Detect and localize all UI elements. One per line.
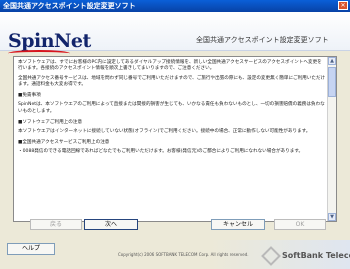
title-bar[interactable]: 全国共通アクセスポイント設定変更ソフト ✕ [0, 0, 350, 12]
license-heading: ■ソフトウェアご利用上の注意 [18, 119, 83, 125]
scrollbar-thumb[interactable] [328, 67, 336, 97]
vertical-scrollbar[interactable]: ▲ ▼ [327, 57, 336, 221]
scroll-up-icon[interactable]: ▲ [328, 57, 336, 65]
header-banner: SpinNet 全国共通アクセスポイント設定変更ソフト [0, 12, 350, 52]
brand-name: SoftBank Telecom [282, 251, 350, 260]
next-button[interactable]: 次へ [84, 219, 138, 230]
license-paragraph: 全国共通アクセス番号サービスは、地域を問わず同じ番号でご利用いただけますので、ご… [18, 76, 326, 88]
license-text-box[interactable]: 本ソフトウェアは、すでにお客様のPC内に設定してあるダイヤルアップ接続情報を、新… [13, 56, 337, 222]
license-paragraph: SpinNetは、本ソフトウエアのご利用によって直接または間接的損害が生じても、… [18, 102, 325, 114]
installer-window: 全国共通アクセスポイント設定変更ソフト ✕ SpinNet 全国共通アクセスポイ… [0, 0, 350, 269]
license-paragraph: 本ソフトウェアは、すでにお客様のPC内に設定してあるダイヤルアップ接続情報を、新… [18, 60, 322, 72]
license-paragraph: 本ソフトウエアはインターネットに接続していない状態(オフライン)でご利用ください… [18, 128, 311, 134]
softbank-mark-icon [261, 246, 281, 266]
header-title: 全国共通アクセスポイント設定変更ソフト [196, 36, 329, 44]
softbank-telecom-logo: SoftBank Telecom [261, 246, 350, 266]
close-icon[interactable]: ✕ [338, 1, 348, 10]
window-title: 全国共通アクセスポイント設定変更ソフト [3, 2, 136, 10]
copyright-text: Copyright(c) 2006 SOFTBANK TELECOM Corp.… [118, 252, 249, 257]
license-paragraph: ・0088発信のできる電話回線であればどなたでもご利用いただけます。お客様(発信… [18, 148, 304, 154]
spinnet-logo: SpinNet [8, 30, 91, 52]
license-text: 本ソフトウェアは、すでにお客様のPC内に設定してあるダイヤルアップ接続情報を、新… [18, 60, 326, 159]
ok-button[interactable]: OK [274, 219, 326, 230]
cancel-button[interactable]: キャンセル [211, 219, 265, 230]
back-button[interactable]: 戻る [30, 219, 82, 230]
license-heading: ■全国共通アクセスサービスご利用上の注意 [18, 139, 110, 145]
license-heading: ■免責事項 [18, 93, 41, 99]
help-button[interactable]: ヘルプ [7, 243, 55, 255]
scroll-down-icon[interactable]: ▼ [328, 213, 336, 221]
